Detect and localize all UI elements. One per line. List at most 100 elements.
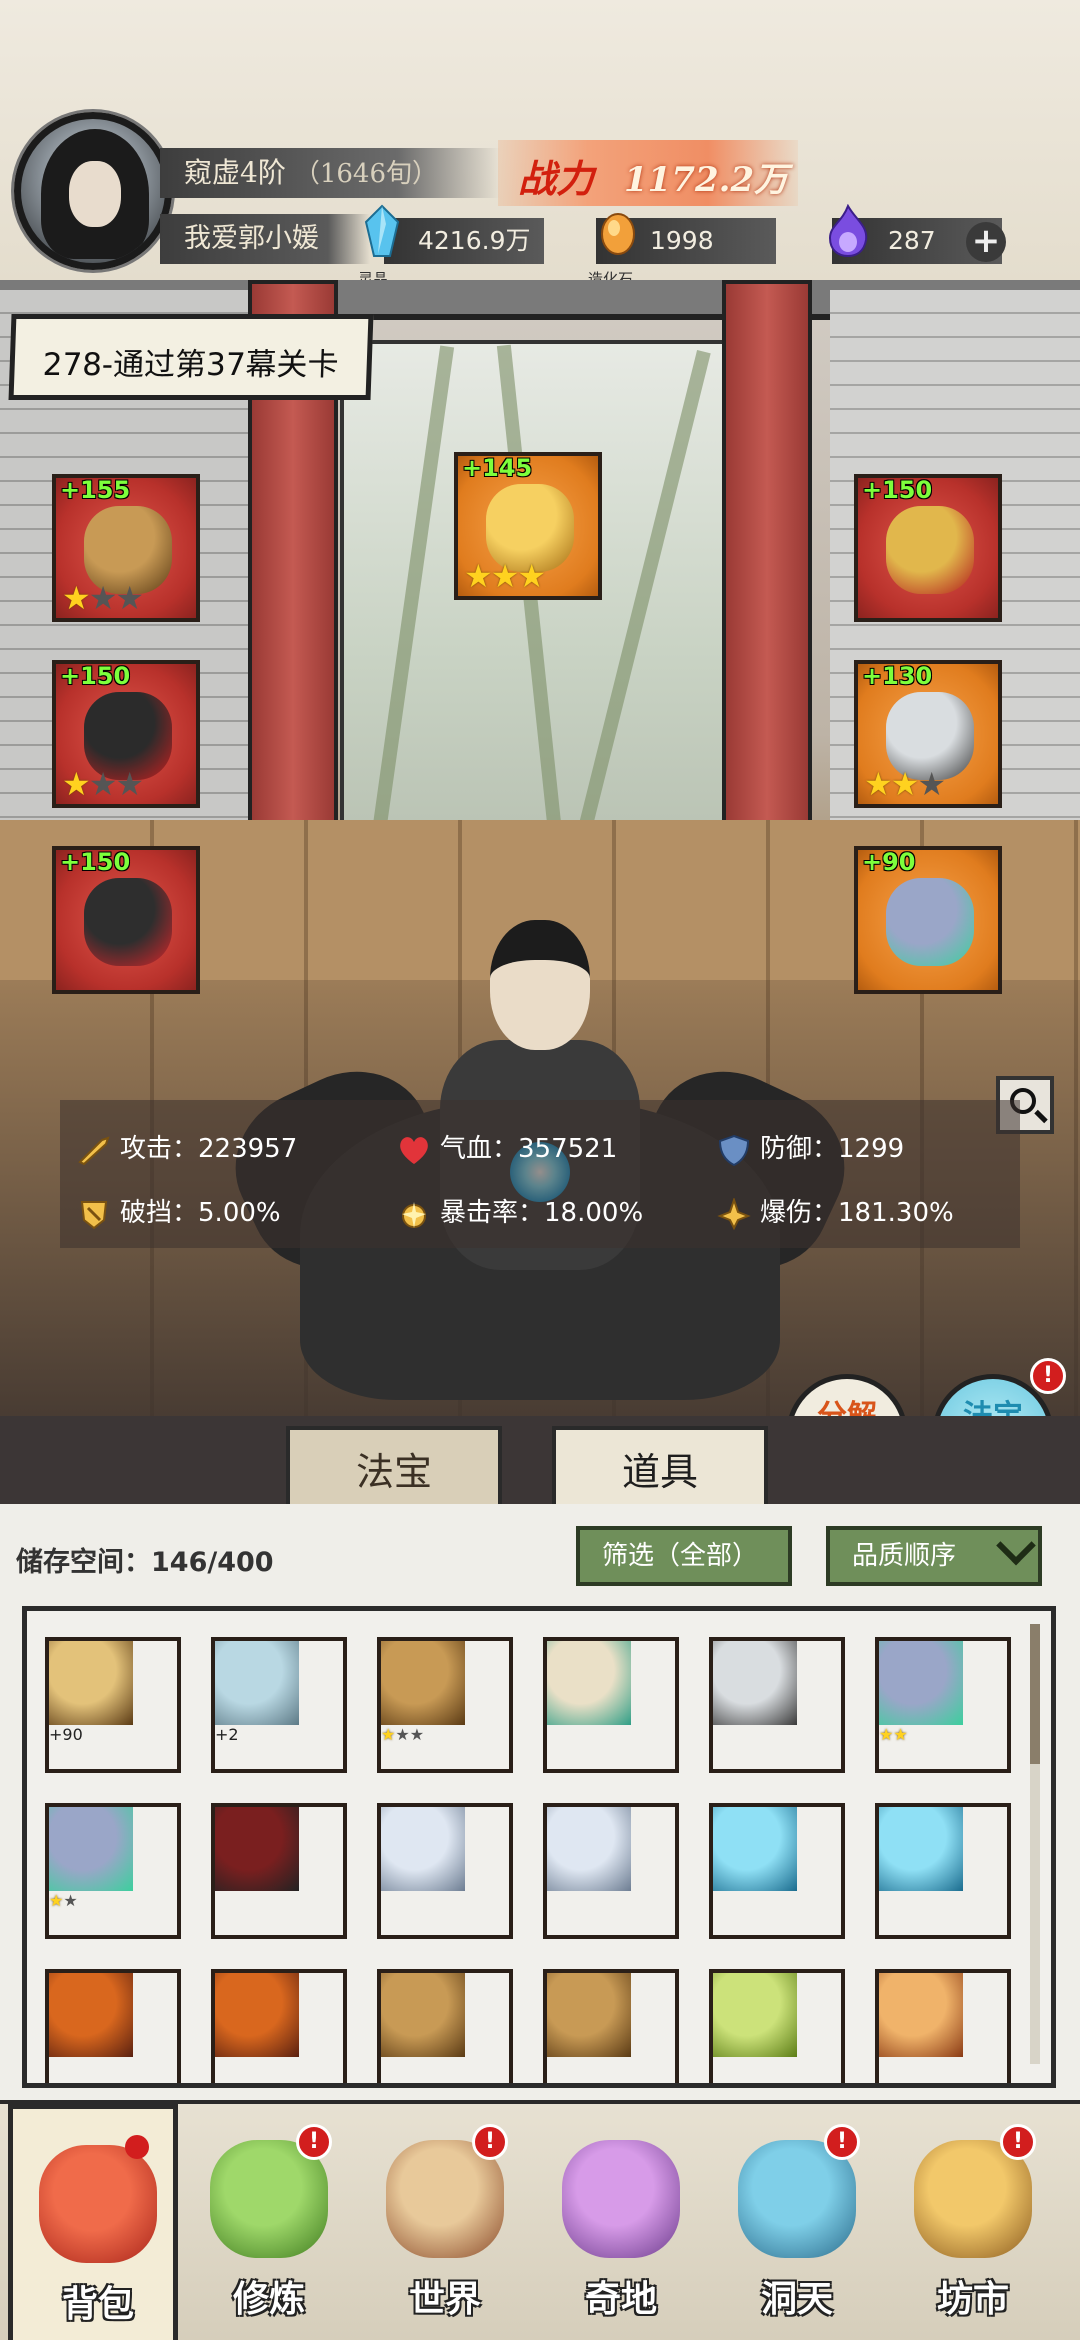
inventory-item[interactable]: ★★ [45,1803,181,1939]
resource-value: 4216.9万 [418,226,531,255]
staff-icon [547,1973,631,2057]
star-empty-icon: ★ [88,765,118,803]
stat-defense: 防御：1299 [716,1128,904,1166]
player-avatar[interactable] [14,112,172,270]
equip-slot-top[interactable]: +145 ★★★ [454,452,602,600]
character-head [490,920,590,1050]
nav-item-portal[interactable]: 洞天! [712,2104,882,2340]
enhance-level: +150 [60,848,131,876]
spear-icon [547,1641,631,1725]
inventory-item[interactable] [543,1803,679,1939]
star-empty-icon: ★ [115,579,144,617]
axe-icon [49,1973,133,2057]
ring-icon [886,878,974,966]
star-rating: ★★ [879,1725,1007,1744]
shield-icon [718,1134,750,1166]
inventory-item[interactable] [709,1637,845,1773]
alert-badge: ! [472,2124,508,2160]
star-rating: ★★★ [62,579,144,617]
equip-slot-right-1[interactable]: +150 [854,474,1002,622]
notification-dot [125,2135,149,2159]
star-empty-icon: ★ [395,1725,410,1744]
inventory-item[interactable]: +2 [211,1637,347,1773]
nav-item-pavilion[interactable]: 奇地 [536,2104,706,2340]
staff-icon [381,1973,465,2057]
stat-value: 5.00% [198,1198,281,1228]
nav-item-scroll-map[interactable]: 世界! [360,2104,530,2340]
alert-badge: ! [296,2124,332,2160]
add-resource-button[interactable]: + [966,222,1006,262]
alert-badge: ! [1000,2124,1036,2160]
crit-damage-icon [717,1197,751,1230]
inventory-item[interactable] [709,1969,845,2083]
inventory-item[interactable] [45,1969,181,2083]
quest-banner[interactable]: 278-通过第37幕关卡 [8,314,374,400]
nav-item-market[interactable]: 坊市! [888,2104,1058,2340]
stat-value: 357521 [518,1134,618,1164]
equip-slot-left-3[interactable]: +150 [52,846,200,994]
nav-item-lotus[interactable]: 修炼! [184,2104,354,2340]
stat-value: 1299 [838,1134,905,1164]
enhance-level: +90 [862,848,916,876]
star-rating: ★★ [49,1891,177,1910]
inventory-grid[interactable]: +90 +2 ★★★ ★★ ★★ [22,1606,1056,2088]
equip-slot-left-2[interactable]: +150 ★★★ [52,660,200,808]
inventory-item[interactable] [543,1969,679,2083]
inventory-item[interactable]: ★★ [875,1637,1011,1773]
stat-attack: 攻击：223957 [76,1128,297,1166]
star-rating: ★★★ [464,558,546,594]
sort-dropdown[interactable]: 品质顺序 [826,1525,1042,1586]
inventory-item[interactable] [709,1803,845,1939]
combat-power: 战力 1172.2万 [498,140,798,206]
filter-dropdown[interactable]: 筛选（全部） [576,1526,792,1586]
fusion-alert-badge: ! [1030,1358,1066,1394]
quest-label: 278-通过第37幕关卡 [42,347,340,383]
stat-value: 223957 [198,1134,298,1164]
ring-icon [49,1807,133,1891]
stat-crit-rate: 暴击率：18.00% [396,1192,643,1230]
nav-item-bag[interactable]: 背包 [8,2104,178,2340]
player-name: 我爱郭小媛 [160,214,370,264]
avatar-face [69,161,121,227]
bag-icon [39,2145,157,2263]
bamboo-stalk [367,345,455,863]
tab-strip [0,1416,1080,1506]
tab-treasures[interactable]: 法宝 [286,1426,502,1510]
stat-label: 破挡： [120,1198,199,1228]
inventory-item[interactable] [211,1969,347,2083]
nav-label: 奇地 [584,2278,657,2320]
pendant-icon [713,1641,797,1725]
nav-label: 洞天 [760,2278,833,2320]
tab-items[interactable]: 道具 [552,1426,768,1510]
storage-label: 储存空间： [16,1547,151,1578]
inventory-scroll-thumb[interactable] [1030,1624,1040,1764]
inventory-item[interactable] [377,1803,513,1939]
star-empty-icon: ★ [917,765,946,803]
inventory-item[interactable]: ★★★ [377,1637,513,1773]
purple-flame-icon [828,204,868,258]
inventory-item[interactable] [377,1969,513,2083]
stat-value: 181.30% [838,1198,954,1228]
enhance-level: +150 [862,476,933,504]
alert-badge: ! [824,2124,860,2160]
star-rating: ★★★ [864,765,946,803]
sword-icon [78,1135,110,1165]
equip-slot-right-3[interactable]: +90 [854,846,1002,994]
crown-icon [886,506,974,594]
magnifier-handle [1034,1109,1048,1124]
inventory-item[interactable] [543,1637,679,1773]
star-filled-icon: ★ [864,765,893,803]
star-empty-icon: ★ [88,579,118,617]
orange-stone-icon [601,213,635,255]
sort-label: 品质顺序 [852,1541,957,1571]
inventory-item[interactable] [211,1803,347,1939]
inventory-item[interactable]: +90 [45,1637,181,1773]
blue-crystal-icon [364,204,400,257]
break-icon [80,1200,108,1229]
equip-slot-right-2[interactable]: +130 ★★★ [854,660,1002,808]
nav-label: 背包 [61,2283,134,2325]
inventory-item[interactable] [875,1803,1011,1939]
bow-icon [879,1807,963,1891]
inventory-item[interactable] [875,1969,1011,2083]
equip-slot-left-1[interactable]: +155 ★★★ [52,474,200,622]
